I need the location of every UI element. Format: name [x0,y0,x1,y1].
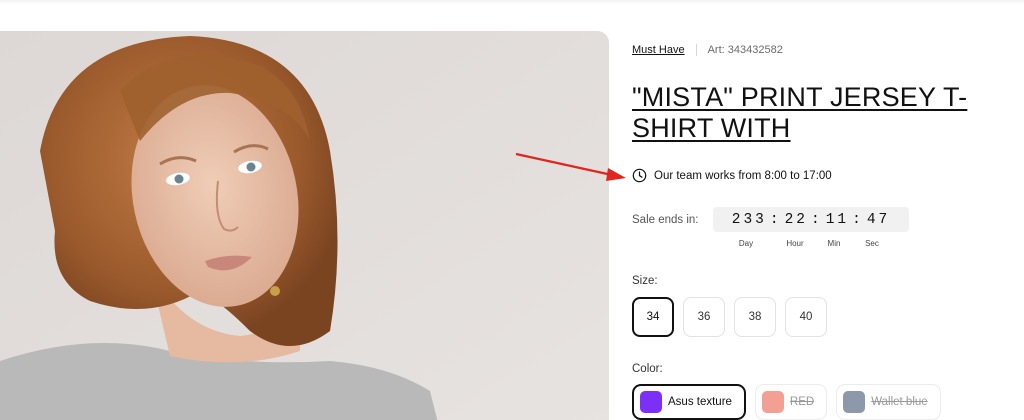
color-option-label: Asus texture [668,396,732,408]
color-swatch [761,391,784,413]
countdown-days: 233 [731,211,767,228]
sale-label: Sale ends in: [632,213,699,226]
countdown-hours: 22 [784,211,808,228]
color-option-asus-texture[interactable]: Asus texture [632,384,746,420]
product-title[interactable]: "MISTA" PRINT JERSEY T-SHIRT WITH [632,82,992,144]
collection-link[interactable]: Must Have [632,44,685,56]
product-photo[interactable] [0,31,609,420]
header-shadow [0,0,1024,4]
countdown-separator: : [811,211,823,228]
unit-day: Day [738,239,754,248]
size-label: Size: [632,275,658,287]
product-meta: Must Have Art: 343432582 [632,44,783,56]
red-arrow-icon [515,152,626,181]
unit-sec: Sec [865,239,879,248]
size-selector: 34 36 38 40 [632,297,836,337]
countdown-separator: : [769,211,782,228]
color-swatch [843,391,866,413]
color-option-label: RED [789,396,815,408]
color-option-red[interactable]: RED [754,384,828,420]
article-number: Art: 343432582 [707,44,783,56]
product-photo-image [0,31,609,420]
meta-divider [695,44,697,56]
color-selector: Asus texture RED Wallet blue [632,384,950,420]
countdown-seconds: 47 [866,211,891,228]
clock-icon [632,168,647,183]
countdown-minutes: 11 [825,211,850,228]
size-option-38[interactable]: 38 [734,297,776,337]
color-option-label: Wallet blue [871,396,928,408]
unit-hour: Hour [786,239,804,248]
size-option-36[interactable]: 36 [683,297,725,337]
countdown-separator: : [852,211,864,228]
color-swatch [640,391,662,413]
working-hours-text: Our team works from 8:00 to 17:00 [654,169,832,182]
size-option-34[interactable]: 34 [632,297,674,337]
color-label: Color: [632,363,663,375]
color-option-wallet-blue[interactable]: Wallet blue [836,384,941,420]
size-option-40[interactable]: 40 [785,297,827,337]
countdown-timer: 233 : 22 : 11 : 47 [713,207,909,232]
countdown-units: Day Hour Min Sec [730,239,886,248]
unit-min: Min [827,239,841,248]
sale-countdown: Sale ends in: 233 : 22 : 11 : 47 [632,207,909,232]
working-hours-note: Our team works from 8:00 to 17:00 [632,168,832,183]
